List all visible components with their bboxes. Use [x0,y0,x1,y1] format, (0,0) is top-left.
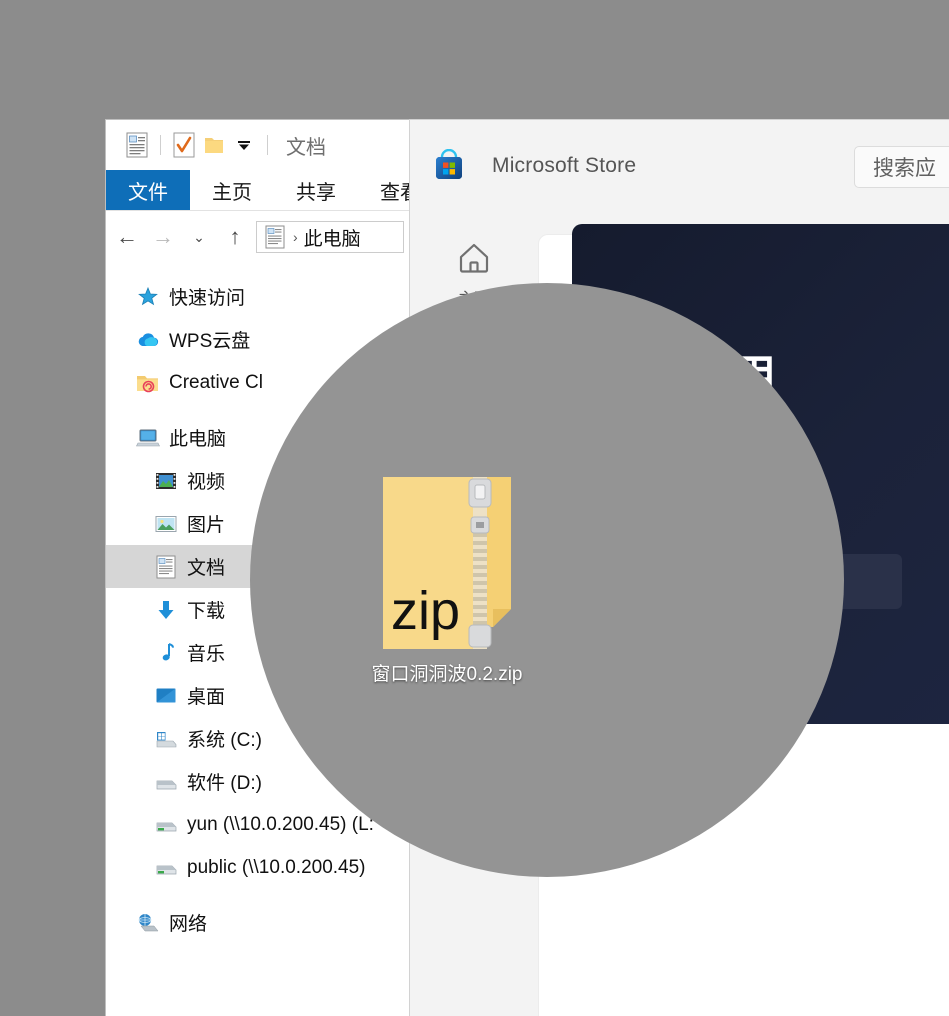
sidebar-item-label: 网络 [169,914,208,935]
microsoft-store-icon [432,148,466,183]
tab-view[interactable]: 查看 [358,170,410,210]
breadcrumb-separator: › [293,229,298,245]
up-button[interactable]: ↑ [220,222,250,252]
sidebar-item-label: Creative Cl [169,371,263,393]
sidebar-item-label: WPS云盘 [169,331,251,352]
sidebar-item-quick-access[interactable]: 快速访问 [106,275,410,318]
store-header: Microsoft Store 搜索应 [410,120,949,212]
sidebar-item-label: yun (\\10.0.200.45) (L: [187,813,374,835]
sidebar-item-label: 文档 [187,558,226,579]
pictures-icon [154,512,178,536]
tab-home[interactable]: 主页 [190,170,274,210]
sidebar-item-label: public (\\10.0.200.45) [187,856,366,878]
sidebar-item-label: 下载 [187,601,226,622]
sidebar-item-label: 快速访问 [169,288,246,309]
sidebar-item-public-network-drive[interactable]: public (\\10.0.200.45) [106,846,410,889]
address-input[interactable]: › 此电脑 [256,221,404,253]
document-properties-icon[interactable] [124,131,150,159]
back-button[interactable]: ← [112,222,142,252]
file-name-label: 窗口洞洞波0.2.zip [371,664,523,685]
search-input[interactable]: 搜索应 [854,146,949,188]
folder-cc-icon [136,371,160,395]
toolbar-divider [160,135,161,155]
documents-icon [263,225,287,249]
sidebar-item-label: 音乐 [187,644,226,665]
sidebar-item-network[interactable]: 网络 [106,901,410,944]
breadcrumb-this-pc[interactable]: 此电脑 [304,224,361,251]
recent-locations-button[interactable]: ⌄ [184,222,214,252]
documents-icon [154,555,178,579]
music-icon [154,641,178,665]
tab-share[interactable]: 共享 [274,170,358,210]
sidebar-item-label: 桌面 [187,687,226,708]
network-drive-icon [154,856,178,880]
ribbon-tab-strip: 文件 主页 共享 查看 [106,170,410,210]
this-pc-icon [136,426,160,450]
videos-icon [154,469,178,493]
magnifier-overlay: zip 窗口洞洞波0.2.zip [250,283,844,877]
nav-spacer-2 [106,889,410,901]
quick-access-toolbar: 文档 [112,131,326,160]
network-icon [136,911,160,935]
checkmark-document-icon[interactable] [171,131,197,159]
desktop-file-item[interactable]: zip 窗口洞洞波0.2.zip [312,473,582,686]
windows-drive-icon [154,727,178,751]
sidebar-item-label: 此电脑 [169,429,227,450]
new-folder-icon[interactable] [201,131,227,159]
sidebar-item-label: 图片 [187,515,226,536]
forward-button[interactable]: → [148,222,178,252]
window-title: 文档 [286,136,326,159]
cloud-icon [136,328,160,352]
downloads-icon [154,598,178,622]
network-drive-icon [154,813,178,837]
explorer-title-bar: 文档 [106,120,410,170]
zip-folder-icon: zip [377,473,517,653]
sidebar-item-label: 系统 (C:) [187,730,262,751]
tab-file[interactable]: 文件 [106,170,190,210]
star-pin-icon [136,285,160,309]
svg-text:zip: zip [391,581,460,641]
address-bar: ← → ⌄ ↑ › 此电脑 [106,211,410,263]
home-icon [453,238,495,281]
sidebar-item-label: 视频 [187,472,226,493]
chevron-down-icon[interactable] [231,131,257,159]
store-title: Microsoft Store [492,154,637,177]
toolbar-divider-2 [267,135,268,155]
desktop-icon [154,684,178,708]
drive-icon [154,770,178,794]
sidebar-item-label: 软件 (D:) [187,773,262,794]
